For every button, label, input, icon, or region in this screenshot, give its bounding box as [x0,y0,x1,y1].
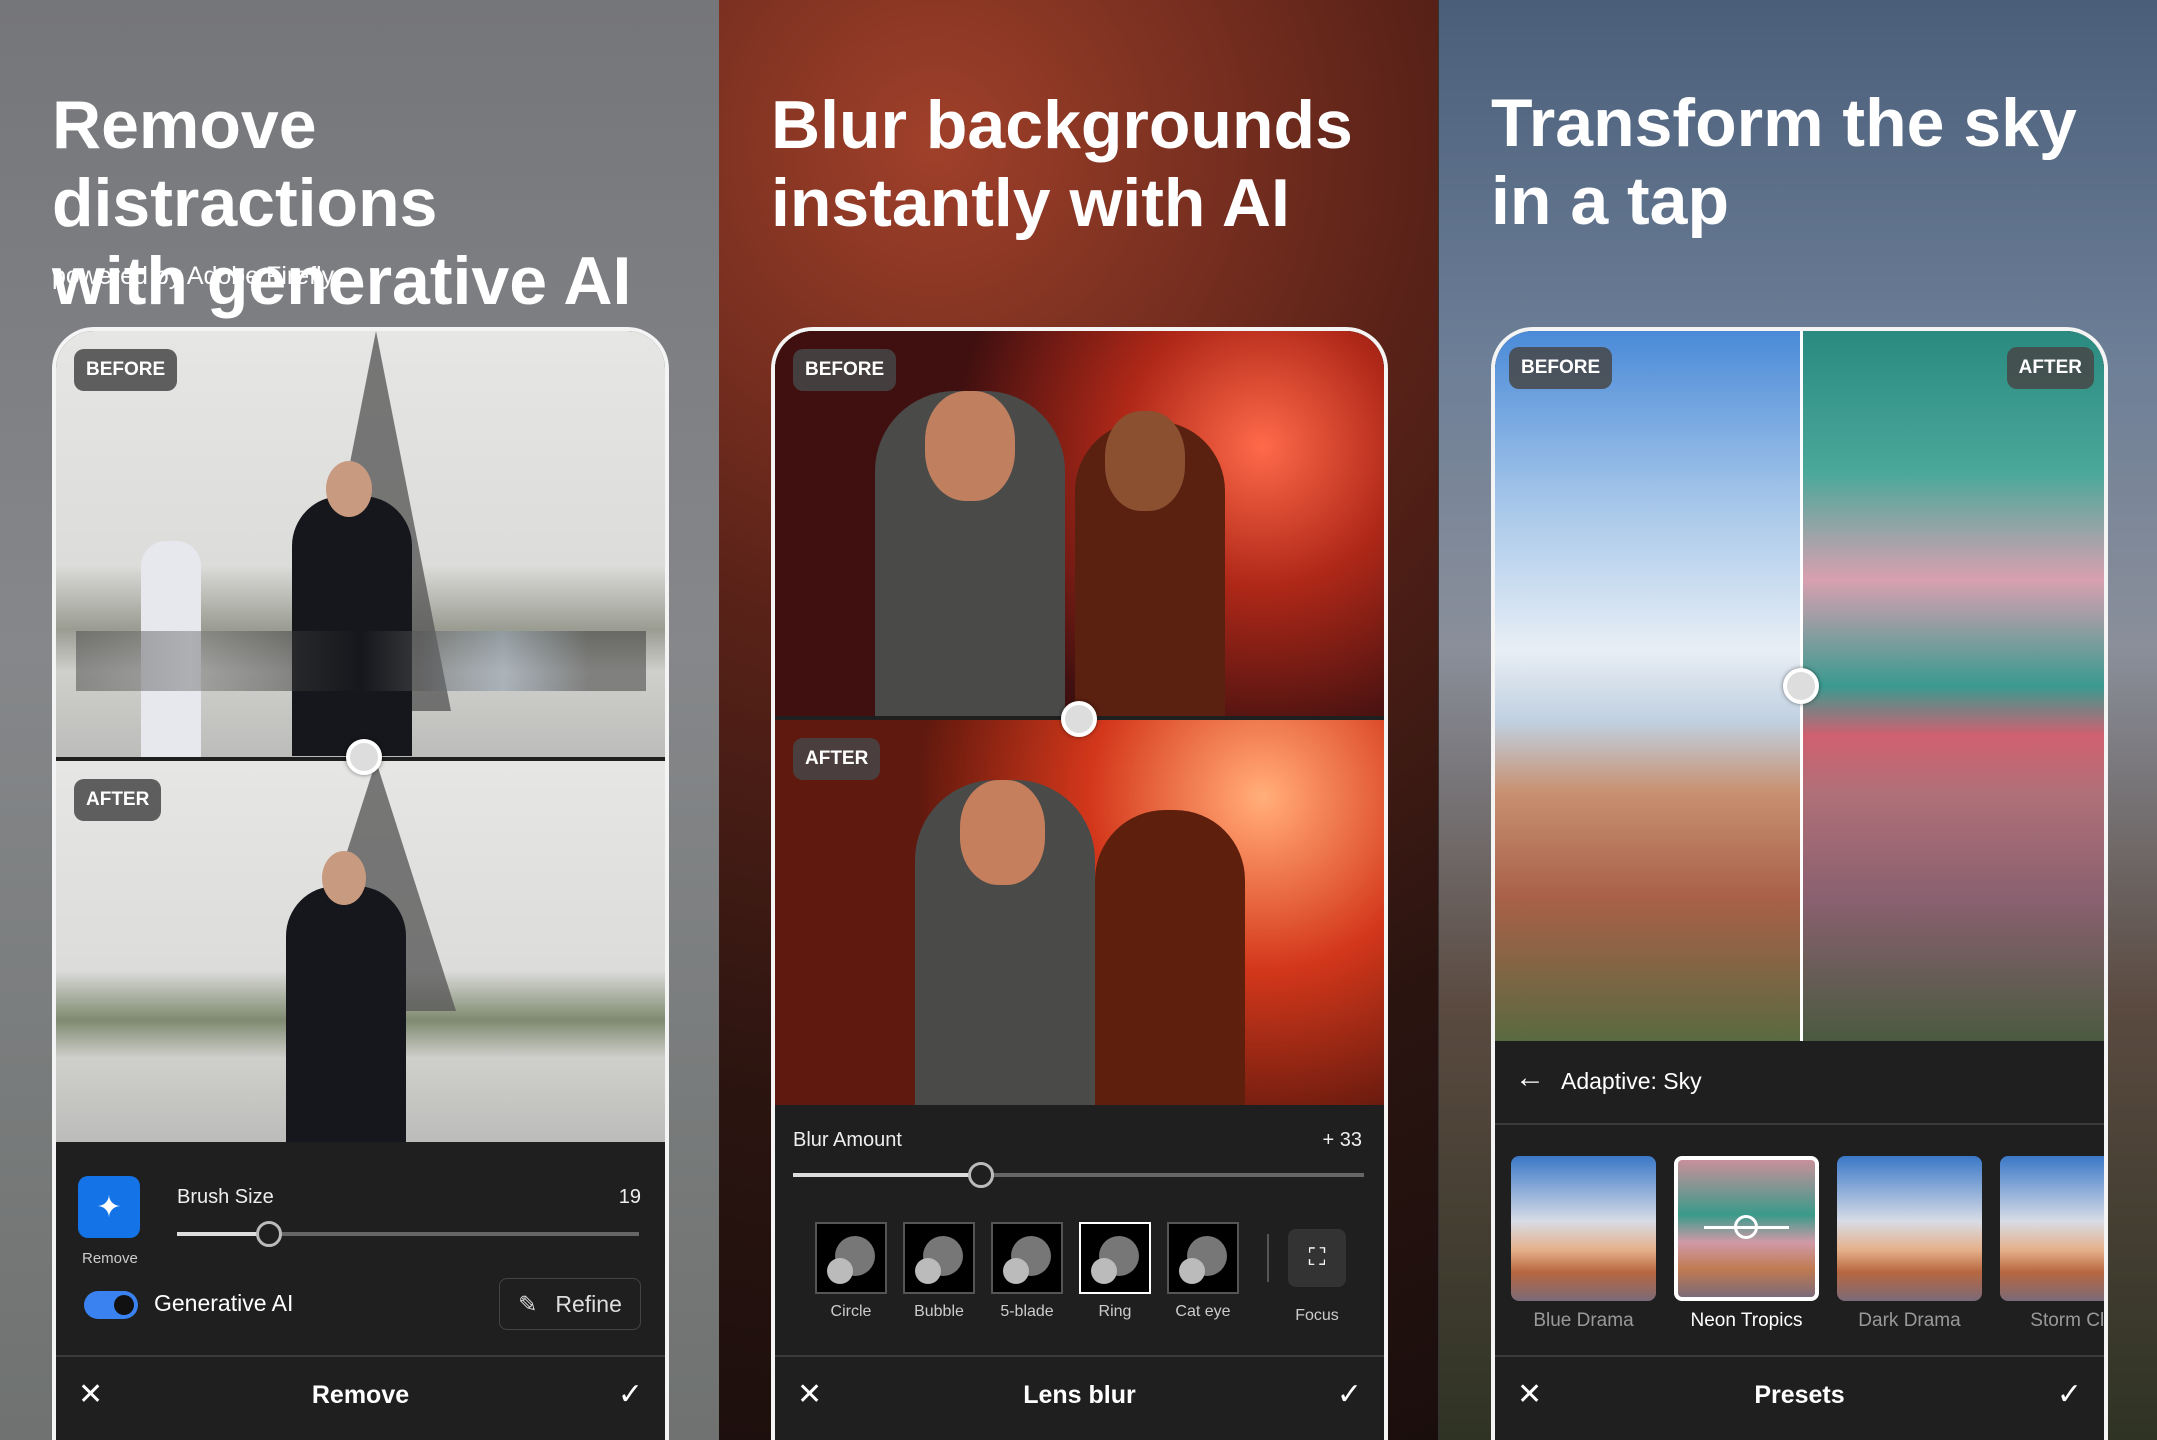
before-photo: BEFORE [1495,331,1800,1041]
compare-slider-handle[interactable] [1061,701,1097,737]
subtitle: powered by Adobe Firefly [52,262,335,290]
check-icon[interactable]: ✓ [2057,1377,2082,1412]
bokeh-shape-icon-small [1003,1258,1029,1284]
generative-ai-toggle[interactable] [84,1291,138,1319]
compare-slider-handle[interactable] [1783,668,1819,704]
compare-slider-handle[interactable] [346,739,382,775]
headline-line-1: Transform the sky [1491,85,2077,161]
brush-size-value: 19 [618,1186,641,1208]
panel-sky: Transform the sky in a tap BEFORE AFTER ←… [1439,0,2157,1440]
preset-label: Storm Clo [2030,1310,2108,1331]
remove-controls: ✦ Remove Brush Size 19 Generative AI ✎ Re… [56,1142,665,1355]
bokeh-shape-icon-small [1179,1258,1205,1284]
bokeh-shape-label: 5-blade [1000,1303,1054,1320]
focus-label: Focus [1295,1307,1339,1324]
adaptive-sky-title: Adaptive: Sky [1561,1068,1702,1094]
panel-remove: Remove distractions with generative AI po… [0,0,719,1440]
bokeh-shape-label: Ring [1098,1303,1132,1320]
after-photo: AFTER [1802,331,2104,1041]
bokeh-shape-bubble[interactable] [903,1222,975,1294]
headline-line-1: Remove distractions [52,87,438,241]
preset-neon-tropics[interactable] [1674,1156,1819,1301]
phone-frame: BEFORE AFTER Blur Amount + 33 Circle Bubb… [771,327,1388,1440]
bokeh-shape-ring[interactable] [1079,1222,1151,1294]
adjust-slider-knob [1734,1215,1758,1239]
refine-button[interactable]: ✎ Refine [499,1278,641,1330]
bottom-title: Presets [1754,1381,1845,1409]
brush-size-label: Brush Size [177,1186,274,1208]
headline-line-1: Blur backgrounds [771,87,1353,163]
after-badge: AFTER [793,738,881,780]
preset-label: Blue Drama [1533,1310,1634,1331]
eraser-sparkle-icon: ✦ [96,1190,122,1224]
check-icon[interactable]: ✓ [1337,1377,1362,1412]
bokeh-shape-label: Bubble [914,1303,964,1320]
remove-tool-label: Remove [82,1250,138,1267]
remove-tool-button[interactable]: ✦ [78,1176,140,1238]
back-arrow-icon[interactable]: ← [1515,1061,1545,1095]
refine-label: Refine [555,1290,622,1317]
generative-ai-label: Generative AI [154,1290,294,1316]
bokeh-shape-icon-small [827,1258,853,1284]
after-photo: AFTER [56,761,665,1142]
check-icon[interactable]: ✓ [618,1377,643,1412]
preset-storm-clo[interactable] [2000,1156,2104,1301]
panel-lens-blur: Blur backgrounds instantly with AI BEFORE… [719,0,1438,1440]
after-badge: AFTER [2006,347,2094,389]
brush-size-thumb[interactable] [256,1221,283,1247]
preset-label: Neon Tropics [1690,1310,1803,1331]
phone-frame: BEFORE AFTER ← Adaptive: Sky Blue Drama N… [1491,327,2108,1440]
bottom-title: Lens blur [1023,1381,1136,1409]
before-badge: BEFORE [1509,347,1613,389]
bokeh-shape-icon-small [915,1258,941,1284]
bokeh-shape-circle[interactable] [815,1222,887,1294]
headline-line-2: in a tap [1491,163,1730,239]
preset-blue-drama[interactable] [1511,1156,1656,1301]
blur-amount-thumb[interactable] [968,1162,995,1188]
before-badge: BEFORE [74,349,178,391]
bokeh-shape-5-blade[interactable] [991,1222,1063,1294]
pencil-icon: ✎ [518,1290,538,1317]
bottom-bar: ✕ Remove ✓ [56,1355,665,1440]
bottom-bar: ✕ Presets ✓ [1495,1355,2104,1440]
bottom-bar: ✕ Lens blur ✓ [775,1355,1384,1440]
before-photo: BEFORE [56,331,665,757]
focus-person-icon: ⛶ [1308,1244,1326,1271]
headline-line-2: instantly with AI [771,165,1290,241]
bokeh-shape-label: Circle [830,1303,872,1320]
preset-dark-drama[interactable] [1837,1156,1982,1301]
phone-frame: BEFORE AFTER ✦ Remove Brush Size 19 Gene… [52,327,669,1440]
headline: Blur backgrounds instantly with AI [771,86,1431,242]
headline: Transform the sky in a tap [1491,84,2151,240]
bottom-title: Remove [311,1381,410,1409]
divider [1267,1234,1269,1282]
blur-amount-value: + 33 [1322,1129,1362,1151]
before-badge: BEFORE [793,349,897,391]
bokeh-shape-label: Cat eye [1175,1303,1231,1320]
adaptive-sky-header: ← Adaptive: Sky [1495,1041,2104,1125]
before-photo: BEFORE [775,331,1384,716]
bokeh-shape-cat-eye[interactable] [1167,1222,1239,1294]
preset-label: Dark Drama [1858,1310,1961,1331]
blur-amount-label: Blur Amount [793,1129,902,1151]
focus-button[interactable]: ⛶ [1288,1229,1346,1287]
blur-amount-fill [793,1173,982,1177]
after-photo: AFTER [775,720,1384,1105]
bokeh-shape-icon-small [1091,1258,1117,1284]
after-badge: AFTER [74,779,162,821]
